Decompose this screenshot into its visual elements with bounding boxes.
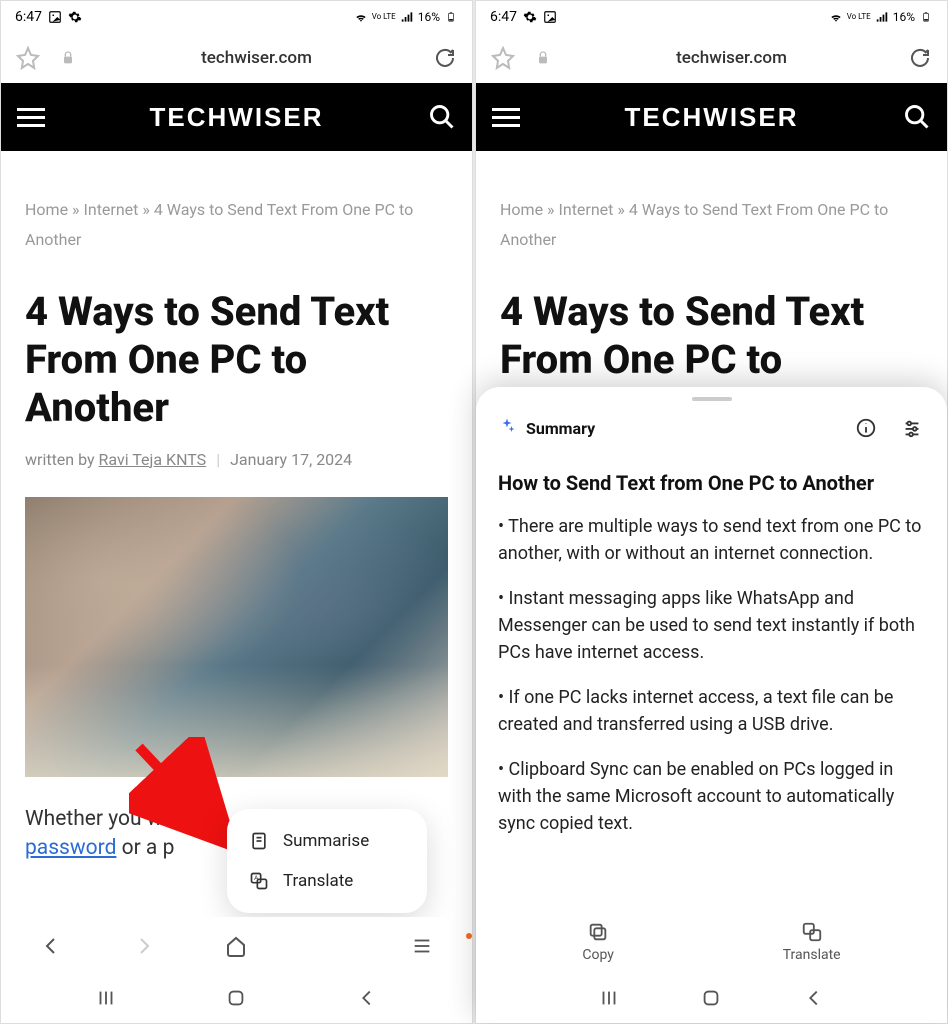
star-icon[interactable] bbox=[490, 45, 516, 71]
article-date: January 17, 2024 bbox=[230, 450, 352, 469]
svg-text:A: A bbox=[254, 874, 259, 882]
summary-bullet: • If one PC lacks internet access, a tex… bbox=[498, 684, 925, 738]
battery-percent: 16% bbox=[893, 10, 915, 24]
system-nav bbox=[1, 973, 472, 1023]
summary-label: Summary bbox=[526, 419, 833, 438]
status-time: 6:47 bbox=[15, 9, 42, 25]
browser-address-bar: techwiser.com bbox=[476, 33, 947, 83]
sys-back[interactable] bbox=[801, 985, 827, 1011]
network-label: Vo LTE bbox=[847, 13, 871, 21]
hamburger-icon[interactable] bbox=[492, 103, 520, 131]
breadcrumb-home[interactable]: Home bbox=[25, 200, 68, 219]
translate-icon: A bbox=[249, 871, 269, 891]
network-label: Vo LTE bbox=[372, 13, 396, 21]
body-link-password[interactable]: password bbox=[25, 836, 116, 860]
wifi-icon bbox=[354, 10, 368, 24]
article-meta: written by Ravi Teja KNTS | January 17, … bbox=[25, 450, 448, 469]
summary-bullets: • There are multiple ways to send text f… bbox=[498, 513, 925, 855]
search-icon[interactable] bbox=[903, 103, 931, 131]
nav-home[interactable] bbox=[190, 934, 283, 958]
status-bar: 6:47 Vo LTE 16% bbox=[476, 1, 947, 33]
battery-percent: 16% bbox=[418, 10, 440, 24]
summarise-icon bbox=[249, 831, 269, 851]
site-header: TECHWISER bbox=[476, 83, 947, 151]
page-content: Home » Internet » 4 Ways to Send Text Fr… bbox=[1, 151, 472, 917]
search-icon[interactable] bbox=[428, 103, 456, 131]
lock-icon bbox=[55, 45, 81, 71]
summary-panel: Summary How to Send Text from One PC to … bbox=[476, 387, 947, 1023]
article-title: 4 Ways to Send Text From One PC to bbox=[500, 288, 923, 384]
sys-recents[interactable] bbox=[93, 985, 119, 1011]
image-icon bbox=[48, 10, 62, 24]
context-popup: Summarise A Translate bbox=[227, 809, 427, 913]
breadcrumb-category[interactable]: Internet bbox=[84, 200, 139, 219]
sys-recents[interactable] bbox=[596, 985, 622, 1011]
status-bar: 6:47 Vo LTE 16% bbox=[1, 1, 472, 33]
translate-icon bbox=[801, 921, 823, 943]
article-title: 4 Ways to Send Text From One PC to Anoth… bbox=[25, 288, 448, 432]
site-header: TECHWISER bbox=[1, 83, 472, 151]
hero-image bbox=[25, 497, 448, 777]
summary-heading: How to Send Text from One PC to Another bbox=[498, 471, 925, 495]
site-logo[interactable]: TECHWISER bbox=[520, 102, 903, 133]
image-icon bbox=[543, 10, 557, 24]
gear-icon bbox=[68, 10, 82, 24]
sys-home[interactable] bbox=[698, 985, 724, 1011]
nav-back[interactable] bbox=[5, 934, 98, 958]
drag-handle[interactable] bbox=[692, 397, 732, 401]
sys-back[interactable] bbox=[354, 985, 380, 1011]
browser-url[interactable]: techwiser.com bbox=[570, 48, 893, 68]
nav-tabs[interactable] bbox=[375, 935, 468, 957]
summary-bullet: • Instant messaging apps like WhatsApp a… bbox=[498, 585, 925, 666]
wifi-icon bbox=[829, 10, 843, 24]
breadcrumb: Home » Internet » 4 Ways to Send Text Fr… bbox=[500, 195, 923, 256]
site-logo[interactable]: TECHWISER bbox=[45, 102, 428, 133]
settings-sliders-icon[interactable] bbox=[899, 415, 925, 441]
browser-url[interactable]: techwiser.com bbox=[95, 48, 418, 68]
copy-icon bbox=[587, 921, 609, 943]
popup-translate[interactable]: A Translate bbox=[249, 861, 405, 901]
summary-bullet: • Clipboard Sync can be enabled on PCs l… bbox=[498, 756, 925, 837]
hamburger-icon[interactable] bbox=[17, 103, 45, 131]
battery-icon bbox=[444, 10, 458, 24]
sys-home[interactable] bbox=[223, 985, 249, 1011]
summary-actions: Copy Translate bbox=[498, 907, 925, 967]
summary-bullet: • There are multiple ways to send text f… bbox=[498, 513, 925, 567]
left-screenshot: 6:47 Vo LTE 16% bbox=[0, 0, 473, 1024]
status-time: 6:47 bbox=[490, 9, 517, 25]
reload-icon[interactable] bbox=[907, 45, 933, 71]
battery-icon bbox=[919, 10, 933, 24]
browser-address-bar: techwiser.com bbox=[1, 33, 472, 83]
browser-nav-bar bbox=[1, 917, 472, 973]
breadcrumb: Home » Internet » 4 Ways to Send Text Fr… bbox=[25, 195, 448, 256]
popup-summarise[interactable]: Summarise bbox=[249, 821, 405, 861]
lock-icon bbox=[530, 45, 556, 71]
signal-icon bbox=[875, 10, 889, 24]
signal-icon bbox=[400, 10, 414, 24]
article-author[interactable]: Ravi Teja KNTS bbox=[99, 450, 207, 469]
reload-icon[interactable] bbox=[432, 45, 458, 71]
copy-button[interactable]: Copy bbox=[582, 921, 614, 963]
gear-icon bbox=[523, 10, 537, 24]
right-screenshot: 6:47 Vo LTE 16% bbox=[475, 0, 948, 1024]
system-nav bbox=[498, 973, 925, 1023]
nav-forward bbox=[98, 934, 191, 958]
sparkle-icon bbox=[498, 417, 516, 439]
translate-button[interactable]: Translate bbox=[783, 921, 841, 963]
star-icon[interactable] bbox=[15, 45, 41, 71]
info-icon[interactable] bbox=[853, 415, 879, 441]
